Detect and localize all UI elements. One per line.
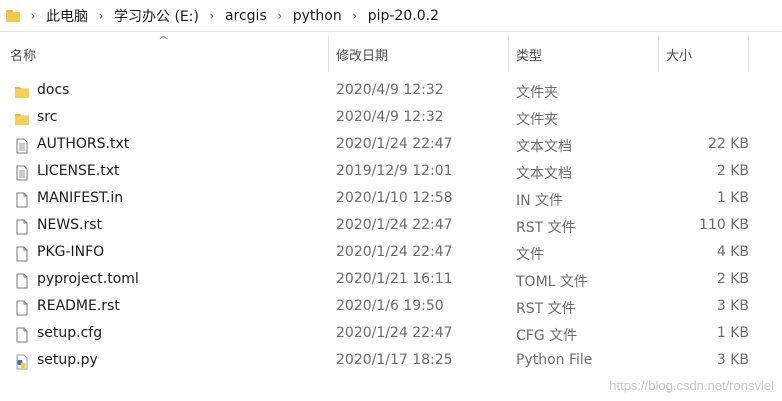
file-name: pyproject.toml — [37, 271, 139, 287]
file-type: 文件 — [516, 247, 544, 263]
file-size: 2 KB — [716, 163, 749, 179]
file-name: README.rst — [37, 298, 120, 314]
file-modified-date: 2020/1/17 18:25 — [336, 352, 453, 368]
file-size: 1 KB — [716, 190, 749, 206]
file-type: IN 文件 — [516, 193, 564, 209]
chevron-right-icon[interactable]: › — [20, 9, 46, 23]
address-bar[interactable]: › 此电脑 › 学习办公 (E:) › arcgis › python › pi… — [0, 0, 782, 32]
chevron-right-icon[interactable]: › — [199, 9, 225, 23]
file-type: 文本文档 — [516, 166, 572, 182]
file-row[interactable]: NEWS.rst 2020/1/24 22:47 RST 文件 110 KB — [0, 213, 782, 240]
file-modified-date: 2020/1/21 16:11 — [336, 271, 453, 287]
file-list: docs 2020/4/9 12:32 文件夹 src 2020/4/9 12:32 文件… — [0, 78, 782, 375]
file-row[interactable]: LICENSE.txt 2019/12/9 12:01 文本文档 2 KB — [0, 159, 782, 186]
file-row[interactable]: src 2020/4/9 12:32 文件夹 — [0, 105, 782, 132]
file-name: LICENSE.txt — [37, 163, 120, 179]
file-row[interactable]: MANIFEST.in 2020/1/10 12:58 IN 文件 1 KB — [0, 186, 782, 213]
python-file-icon — [14, 354, 30, 370]
file-icon — [14, 300, 30, 316]
file-name: AUTHORS.txt — [37, 136, 130, 152]
breadcrumb-pip[interactable]: pip-20.0.2 — [368, 8, 439, 24]
file-size: 2 KB — [716, 271, 749, 287]
file-type: TOML 文件 — [516, 274, 588, 290]
file-name: MANIFEST.in — [37, 190, 124, 206]
breadcrumb-arcgis[interactable]: arcgis — [225, 8, 267, 24]
file-type: Python File — [516, 352, 593, 368]
text-file-icon — [14, 165, 30, 181]
file-icon — [14, 327, 30, 343]
file-row[interactable]: pyproject.toml 2020/1/21 16:11 TOML 文件 2 KB — [0, 267, 782, 294]
file-size: 22 KB — [707, 136, 749, 152]
file-name: PKG-INFO — [37, 244, 105, 260]
file-row[interactable]: setup.py 2020/1/17 18:25 Python File 3 KB — [0, 348, 782, 375]
watermark: https://blog.csdn.net/ronsviel — [609, 378, 774, 393]
file-type: RST 文件 — [516, 301, 576, 317]
text-file-icon — [14, 138, 30, 154]
file-modified-date: 2020/1/24 22:47 — [336, 217, 453, 233]
column-header-name-label: 名称 — [10, 48, 37, 64]
breadcrumb-this-pc[interactable]: 此电脑 — [46, 6, 88, 26]
column-header-name[interactable]: ^ 名称 — [0, 34, 329, 72]
file-type: CFG 文件 — [516, 328, 578, 344]
file-name: setup.cfg — [37, 325, 103, 341]
column-header-date[interactable]: 修改日期 — [329, 36, 509, 72]
file-type: 文件夹 — [516, 85, 558, 101]
file-icon — [14, 192, 30, 208]
file-name: src — [37, 109, 58, 125]
file-type: RST 文件 — [516, 220, 576, 236]
file-icon — [14, 219, 30, 235]
file-modified-date: 2020/4/9 12:32 — [336, 109, 444, 125]
file-type: 文件夹 — [516, 112, 558, 128]
file-icon — [14, 273, 30, 289]
file-name: NEWS.rst — [37, 217, 103, 233]
chevron-right-icon[interactable]: › — [342, 9, 368, 23]
file-modified-date: 2020/1/6 19:50 — [336, 298, 444, 314]
file-type: 文本文档 — [516, 139, 572, 155]
folder-icon — [14, 84, 30, 100]
chevron-right-icon[interactable]: › — [267, 9, 293, 23]
file-row[interactable]: setup.cfg 2020/1/24 22:47 CFG 文件 1 KB — [0, 321, 782, 348]
column-header-date-label: 修改日期 — [336, 48, 389, 64]
file-modified-date: 2020/4/9 12:32 — [336, 82, 444, 98]
file-size: 3 KB — [716, 352, 749, 368]
file-modified-date: 2020/1/24 22:47 — [336, 136, 453, 152]
column-header-size[interactable]: 大小 — [659, 36, 749, 72]
file-icon — [14, 246, 30, 262]
file-size: 4 KB — [716, 244, 749, 260]
file-row[interactable]: AUTHORS.txt 2020/1/24 22:47 文本文档 22 KB — [0, 132, 782, 159]
column-header-bar: ^ 名称 修改日期 类型 大小 — [0, 34, 782, 72]
file-row[interactable]: README.rst 2020/1/6 19:50 RST 文件 3 KB — [0, 294, 782, 321]
chevron-right-icon[interactable]: › — [88, 9, 114, 23]
folder-icon — [6, 9, 20, 22]
file-modified-date: 2020/1/10 12:58 — [336, 190, 453, 206]
file-modified-date: 2020/1/24 22:47 — [336, 325, 453, 341]
file-modified-date: 2019/12/9 12:01 — [336, 163, 453, 179]
column-header-size-label: 大小 — [666, 48, 693, 64]
breadcrumb-python[interactable]: python — [293, 8, 342, 24]
file-size: 3 KB — [716, 298, 749, 314]
file-size: 1 KB — [716, 325, 749, 341]
file-name: docs — [37, 82, 70, 98]
file-modified-date: 2020/1/24 22:47 — [336, 244, 453, 260]
file-row[interactable]: PKG-INFO 2020/1/24 22:47 文件 4 KB — [0, 240, 782, 267]
sort-ascending-icon: ^ — [157, 34, 170, 47]
file-row[interactable]: docs 2020/4/9 12:32 文件夹 — [0, 78, 782, 105]
column-header-type-label: 类型 — [516, 48, 543, 64]
file-name: setup.py — [37, 352, 98, 368]
column-header-type[interactable]: 类型 — [509, 36, 659, 72]
breadcrumb-drive-e[interactable]: 学习办公 (E:) — [114, 6, 199, 26]
file-size: 110 KB — [699, 217, 749, 233]
folder-icon — [14, 111, 30, 127]
